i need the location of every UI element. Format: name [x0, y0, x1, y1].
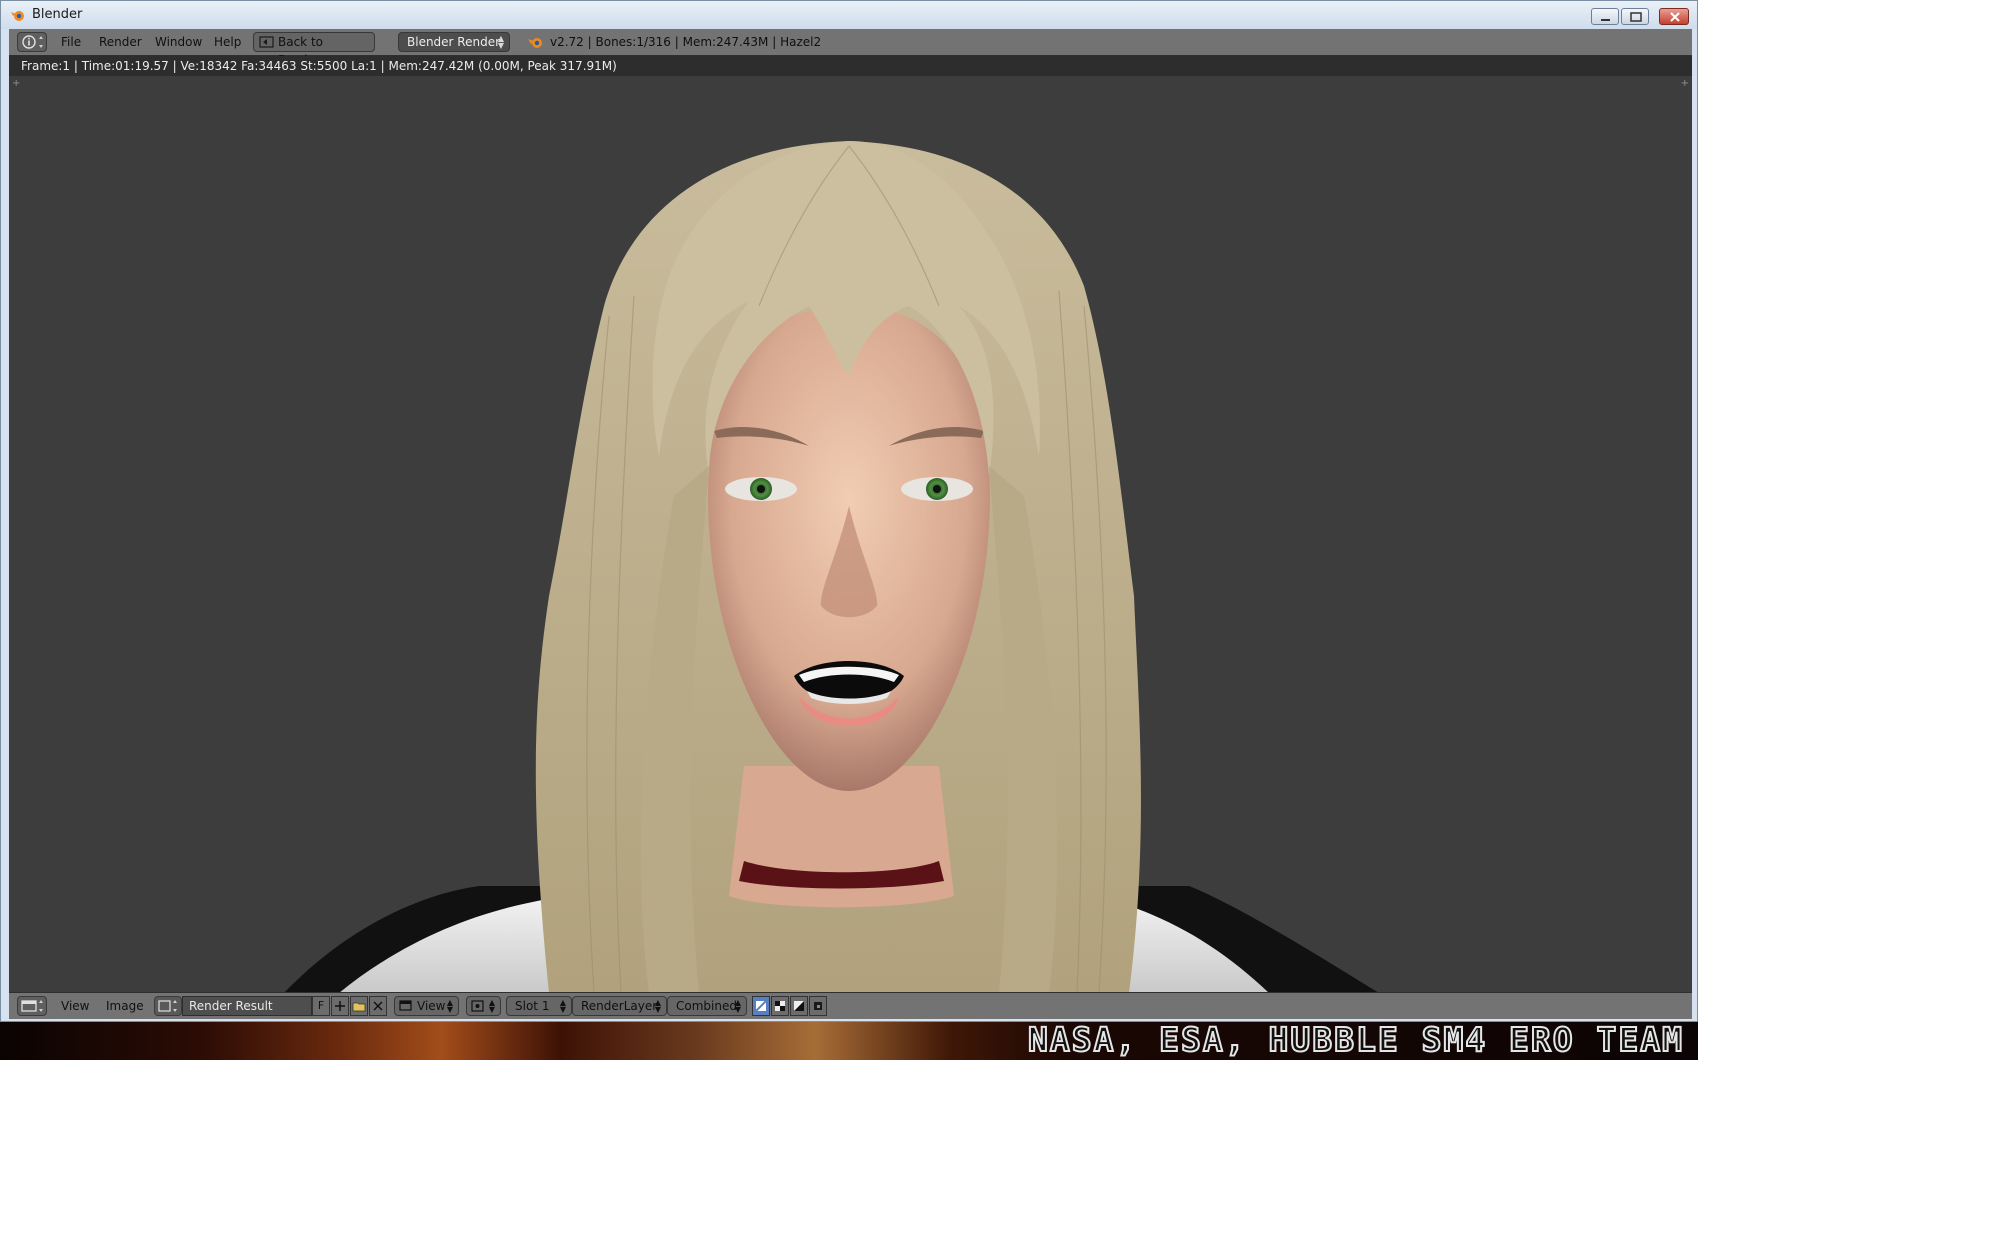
info-header: File Render Window Help Back to Previous…	[9, 29, 1692, 67]
menu-view[interactable]: View	[61, 998, 89, 1014]
info-icon	[22, 35, 43, 49]
menu-window[interactable]: Window	[155, 34, 202, 50]
checker-icon	[775, 1001, 785, 1011]
render-result-image	[284, 141, 1379, 993]
image-browse-icon	[158, 1000, 177, 1012]
blender-client-area: File Render Window Help Back to Previous…	[9, 29, 1692, 1019]
render-pass-dropdown[interactable]: Combined ▲ ▼	[667, 996, 747, 1016]
dropdown-arrows-icon: ▲ ▼	[446, 998, 453, 1014]
menu-image[interactable]: Image	[106, 998, 144, 1014]
plus-icon	[335, 1001, 345, 1011]
alpha-icon	[794, 1001, 804, 1011]
viewport-icon	[399, 1000, 412, 1011]
back-screen-icon	[259, 36, 274, 48]
render-engine-dropdown[interactable]: Blender Render ▲ ▼	[398, 32, 510, 52]
menu-file[interactable]: File	[61, 34, 81, 50]
render-layer-label: RenderLayer	[581, 999, 658, 1013]
zbuffer-icon	[814, 1002, 822, 1010]
dropdown-arrows-icon: ▲ ▼	[488, 998, 495, 1014]
draw-image-button[interactable]	[771, 996, 789, 1016]
render-viewport[interactable]: + +	[9, 76, 1692, 993]
x-icon	[373, 1001, 383, 1011]
minimize-icon	[1601, 19, 1610, 21]
slot-dropdown[interactable]: Slot 1 ▲ ▼	[506, 996, 572, 1016]
render-pass-label: Combined	[676, 999, 737, 1013]
draw-alpha-button[interactable]	[790, 996, 808, 1016]
window-title: Blender	[32, 7, 83, 22]
view-mode-label: View	[417, 999, 446, 1013]
unlink-image-button[interactable]	[369, 996, 387, 1016]
folder-icon	[352, 1002, 366, 1012]
close-icon	[1670, 12, 1680, 22]
render-engine-label: Blender Render	[407, 35, 501, 49]
view-mode-dropdown[interactable]: View ▲ ▼	[394, 996, 459, 1016]
dropdown-arrows-icon: ▲ ▼	[654, 998, 661, 1014]
menu-render[interactable]: Render	[99, 34, 142, 50]
title-bar[interactable]: Blender	[1, 1, 1697, 29]
maximize-icon	[1630, 12, 1642, 22]
dropdown-arrows-icon: ▲ ▼	[559, 998, 566, 1014]
render-status-text: Frame:1 | Time:01:19.57 | Ve:18342 Fa:34…	[21, 59, 617, 73]
image-rgb-alpha-icon	[755, 1000, 767, 1012]
blender-engine-logo-icon	[528, 38, 542, 48]
pivot-icon	[471, 1000, 484, 1012]
scene-stats-text: v2.72 | Bones:1/316 | Mem:247.43M | Haze…	[550, 35, 822, 49]
image-name-field[interactable]: Render Result	[182, 996, 312, 1016]
editor-type-selector[interactable]	[17, 32, 47, 52]
slot-label: Slot 1	[515, 999, 550, 1013]
menu-help[interactable]: Help	[214, 34, 241, 50]
pivot-dropdown[interactable]: ▲ ▼	[466, 996, 501, 1016]
back-to-previous-button[interactable]: Back to Previous	[253, 32, 375, 67]
image-name-label: Render Result	[189, 999, 273, 1013]
close-button[interactable]	[1659, 8, 1689, 25]
maximize-button[interactable]	[1621, 8, 1649, 25]
image-editor-icon	[21, 1000, 43, 1012]
browse-image-button[interactable]	[154, 996, 182, 1016]
draw-zbuffer-button[interactable]	[809, 996, 827, 1016]
render-layer-dropdown[interactable]: RenderLayer ▲ ▼	[572, 996, 667, 1016]
open-image-button[interactable]	[350, 996, 368, 1016]
fake-user-button[interactable]: F	[312, 996, 330, 1016]
new-image-button[interactable]	[331, 996, 349, 1016]
dropdown-arrows-icon: ▲ ▼	[497, 34, 504, 50]
blender-window: Blender File Render Window Help Back to …	[0, 0, 1698, 1022]
render-status-bar: Frame:1 | Time:01:19.57 | Ve:18342 Fa:34…	[9, 56, 1692, 76]
minimize-button[interactable]	[1591, 8, 1619, 25]
wallpaper-credit-text: NASA, ESA, HUBBLE SM4 ERO TEAM	[1027, 1022, 1684, 1059]
desktop-wallpaper-strip: NASA, ESA, HUBBLE SM4 ERO TEAM	[0, 1022, 1698, 1060]
dropdown-arrows-icon: ▲ ▼	[734, 998, 741, 1014]
draw-image-alpha-button[interactable]	[752, 996, 770, 1016]
image-editor-header: View Image Render Result F View ▲ ▼ ▲ ▼ …	[9, 992, 1692, 1019]
blender-logo-icon	[11, 11, 24, 21]
image-editor-type-selector[interactable]	[17, 996, 47, 1016]
